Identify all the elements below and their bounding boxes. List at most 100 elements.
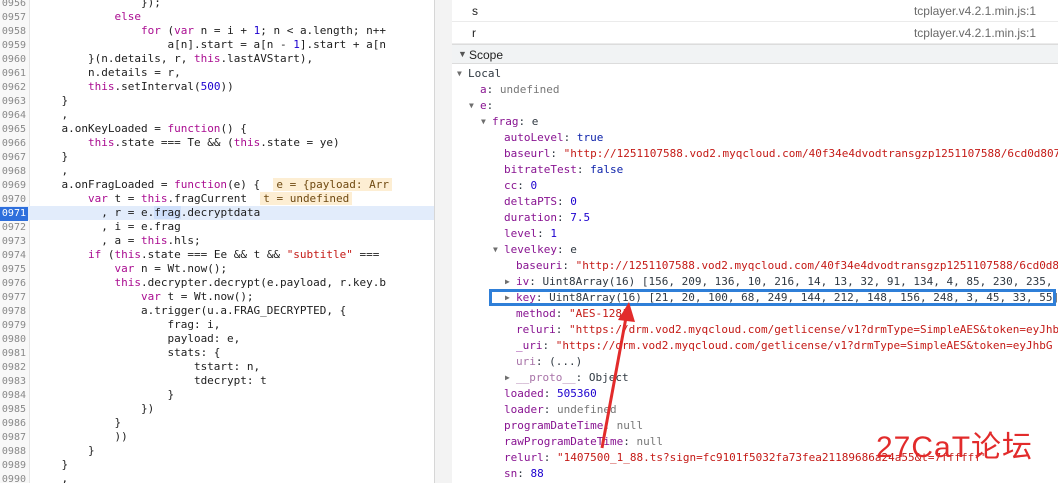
code-line[interactable]: 0976 this.decrypter.decrypt(e.payload, r… bbox=[0, 276, 434, 290]
line-number[interactable]: 0981 bbox=[0, 347, 28, 361]
expanded-triangle-icon[interactable]: ▼ bbox=[457, 66, 468, 82]
code-line[interactable]: 0983 tdecrypt: t bbox=[0, 374, 434, 388]
line-number[interactable]: 0967 bbox=[0, 151, 28, 165]
code-line[interactable]: 0978 a.trigger(u.a.FRAG_DECRYPTED, { bbox=[0, 304, 434, 318]
scope-property-row[interactable]: reluri: "https://drm.vod2.myqcloud.com/g… bbox=[452, 322, 1058, 338]
code-line[interactable]: 0979 frag: i, bbox=[0, 318, 434, 332]
line-number[interactable]: 0962 bbox=[0, 81, 28, 95]
line-number[interactable]: 0987 bbox=[0, 431, 28, 445]
scope-property-row[interactable]: ▼ Local bbox=[452, 66, 1058, 82]
scope-property-row[interactable]: bitrateTest: false bbox=[452, 162, 1058, 178]
scope-property-row[interactable]: autoLevel: true bbox=[452, 130, 1058, 146]
scope-property-row[interactable]: ▶ __proto__: Object bbox=[452, 370, 1058, 386]
scope-property-row[interactable]: uri: (...) bbox=[452, 354, 1058, 370]
scope-property-row[interactable]: sn: 88 bbox=[452, 466, 1058, 482]
scope-property-row[interactable]: _uri: "https://drm.vod2.myqcloud.com/get… bbox=[452, 338, 1058, 354]
line-number[interactable]: 0986 bbox=[0, 417, 28, 431]
code-line[interactable]: 0974 if (this.state === Ee && t && "subt… bbox=[0, 248, 434, 262]
code-line[interactable]: 0965 a.onKeyLoaded = function() { bbox=[0, 122, 434, 136]
call-frame-location-link[interactable]: tcplayer.v4.2.1.min.js:1 bbox=[914, 4, 1036, 18]
scope-section-header[interactable]: ▼ Scope bbox=[452, 44, 1058, 64]
line-number[interactable]: 0970 bbox=[0, 193, 28, 207]
code-line[interactable]: 0986 } bbox=[0, 416, 434, 430]
code-line[interactable]: 0963 } bbox=[0, 94, 434, 108]
scope-property-row[interactable]: method: "AES-128" bbox=[452, 306, 1058, 322]
code-line[interactable]: 0962 this.setInterval(500)) bbox=[0, 80, 434, 94]
call-frame[interactable]: s tcplayer.v4.2.1.min.js:1 bbox=[452, 0, 1058, 22]
code-line[interactable]: 0973 , a = this.hls; bbox=[0, 234, 434, 248]
scope-property-row[interactable]: level: 1 bbox=[452, 226, 1058, 242]
line-number[interactable]: 0959 bbox=[0, 39, 28, 53]
line-number[interactable]: 0958 bbox=[0, 25, 28, 39]
code-line[interactable]: 0964 , bbox=[0, 108, 434, 122]
code-line[interactable]: 0967 } bbox=[0, 150, 434, 164]
collapsed-triangle-icon[interactable]: ▶ bbox=[505, 274, 516, 290]
code-line[interactable]: 0966 this.state === Te && (this.state = … bbox=[0, 136, 434, 150]
line-number[interactable]: 0975 bbox=[0, 263, 28, 277]
collapse-triangle-icon[interactable]: ▼ bbox=[458, 49, 467, 59]
code-line[interactable]: 0984 } bbox=[0, 388, 434, 402]
call-frame-location-link[interactable]: tcplayer.v4.2.1.min.js:1 bbox=[914, 26, 1036, 40]
line-number[interactable]: 0973 bbox=[0, 235, 28, 249]
line-number[interactable]: 0988 bbox=[0, 445, 28, 459]
scope-property-row[interactable]: a: undefined bbox=[452, 82, 1058, 98]
line-number[interactable]: 0964 bbox=[0, 109, 28, 123]
source-code-panel[interactable]: 0956 }); 0957 else 0958 for (var n = i + 1… bbox=[0, 0, 434, 483]
line-number[interactable]: 0968 bbox=[0, 165, 28, 179]
code-line[interactable]: 0981 stats: { bbox=[0, 346, 434, 360]
panel-splitter[interactable] bbox=[434, 0, 452, 483]
code-line[interactable]: 0961 n.details = r, bbox=[0, 66, 434, 80]
line-number[interactable]: 0977 bbox=[0, 291, 28, 305]
line-number[interactable]: 0969 bbox=[0, 179, 28, 193]
line-number[interactable]: 0960 bbox=[0, 53, 28, 67]
scope-property-row[interactable]: baseurl: "http://1251107588.vod2.myqclou… bbox=[452, 146, 1058, 162]
code-line[interactable]: 0958 for (var n = i + 1; n < a.length; n… bbox=[0, 24, 434, 38]
scope-property-row[interactable]: baseuri: "http://1251107588.vod2.myqclou… bbox=[452, 258, 1058, 274]
expanded-triangle-icon[interactable]: ▼ bbox=[493, 242, 504, 258]
line-number[interactable]: 0972 bbox=[0, 221, 28, 235]
collapsed-triangle-icon[interactable]: ▶ bbox=[505, 370, 516, 386]
line-number[interactable]: 0965 bbox=[0, 123, 28, 137]
expanded-triangle-icon[interactable]: ▼ bbox=[469, 98, 480, 114]
code-line[interactable]: 0969 a.onFragLoaded = function(e) { e = … bbox=[0, 178, 434, 192]
code-line[interactable]: 0957 else bbox=[0, 10, 434, 24]
code-line[interactable]: 0975 var n = Wt.now(); bbox=[0, 262, 434, 276]
line-number[interactable]: 0978 bbox=[0, 305, 28, 319]
line-number[interactable]: 0974 bbox=[0, 249, 28, 263]
scope-property-row[interactable]: ▶ iv: Uint8Array(16) [156, 209, 136, 10, … bbox=[452, 274, 1058, 290]
scope-property-row[interactable]: ▼ frag: e bbox=[452, 114, 1058, 130]
scope-property-row[interactable]: ▼ e: bbox=[452, 98, 1058, 114]
code-line[interactable]: 0982 tstart: n, bbox=[0, 360, 434, 374]
expanded-triangle-icon[interactable]: ▼ bbox=[481, 114, 492, 130]
scope-property-row[interactable]: loaded: 505360 bbox=[452, 386, 1058, 402]
line-number[interactable]: 0957 bbox=[0, 11, 28, 25]
code-line[interactable]: 0970 var t = this.fragCurrent t = undefi… bbox=[0, 192, 434, 206]
code-line[interactable]: 0956 }); bbox=[0, 0, 434, 10]
code-line[interactable]: 0985 }) bbox=[0, 402, 434, 416]
line-number[interactable]: 0976 bbox=[0, 277, 28, 291]
call-frame[interactable]: r tcplayer.v4.2.1.min.js:1 bbox=[452, 22, 1058, 44]
code-line[interactable]: 0960 }(n.details, r, this.lastAVStart), bbox=[0, 52, 434, 66]
line-number[interactable]: 0979 bbox=[0, 319, 28, 333]
scope-property-row[interactable]: deltaPTS: 0 bbox=[452, 194, 1058, 210]
line-number[interactable]: 0990 bbox=[0, 473, 28, 483]
code-line[interactable]: 0990 , bbox=[0, 472, 434, 483]
code-line-current[interactable]: 0971 , r = e.frag.decryptdata bbox=[0, 206, 434, 221]
line-number[interactable]: 0989 bbox=[0, 459, 28, 473]
code-line[interactable]: 0987 )) bbox=[0, 430, 434, 444]
line-number[interactable]: 0971 bbox=[0, 207, 28, 221]
scope-property-row[interactable]: duration: 7.5 bbox=[452, 210, 1058, 226]
line-number[interactable]: 0963 bbox=[0, 95, 28, 109]
line-number[interactable]: 0983 bbox=[0, 375, 28, 389]
line-number[interactable]: 0966 bbox=[0, 137, 28, 151]
line-number[interactable]: 0984 bbox=[0, 389, 28, 403]
scope-property-row[interactable]: loader: undefined bbox=[452, 402, 1058, 418]
code-line[interactable]: 0972 , i = e.frag bbox=[0, 220, 434, 234]
scope-property-row[interactable]: cc: 0 bbox=[452, 178, 1058, 194]
code-line[interactable]: 0988 } bbox=[0, 444, 434, 458]
code-line[interactable]: 0989 } bbox=[0, 458, 434, 472]
code-line[interactable]: 0980 payload: e, bbox=[0, 332, 434, 346]
line-number[interactable]: 0980 bbox=[0, 333, 28, 347]
code-line[interactable]: 0959 a[n].start = a[n - 1].start + a[n bbox=[0, 38, 434, 52]
code-line[interactable]: 0977 var t = Wt.now(); bbox=[0, 290, 434, 304]
